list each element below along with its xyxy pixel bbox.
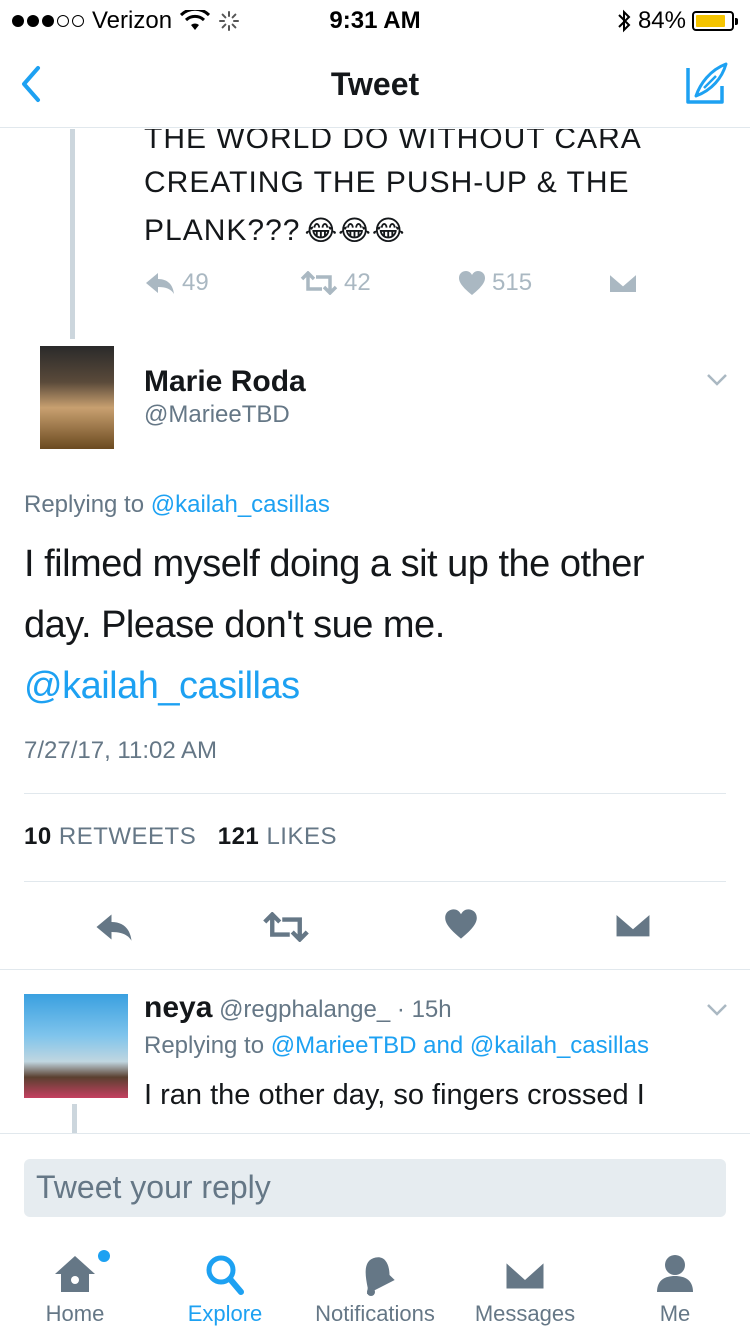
previous-tweet-line: PLANK??? [144,214,301,247]
envelope-icon [503,1258,547,1292]
thread-connector-line [70,129,75,339]
page-title: Tweet [330,66,420,102]
replying-to-link[interactable]: @kailah_casillas [151,491,330,518]
status-bar: Verizon 9:31 AM 84% [0,0,750,40]
reply-action[interactable]: 49 [144,269,300,297]
tab-label: Notifications [315,1301,435,1326]
person-icon [657,1255,693,1292]
retweet-icon [300,271,338,295]
retweet-label: RETWEETS [58,823,197,850]
divider [24,881,726,882]
home-icon [55,1256,95,1292]
tab-notifications[interactable]: Notifications [300,1238,450,1334]
reply-author-name[interactable]: neya [144,991,212,1024]
compose-tweet-icon[interactable] [682,60,730,108]
mention-link[interactable]: @kailah_casillas [24,656,724,717]
previous-tweet-text[interactable]: THE WORLD DO WITHOUT CARA CREATING THE P… [144,129,642,253]
reply-author-handle[interactable]: @regphalange_ [219,996,390,1023]
tweet-text-line: day. Please don't sue me. [24,604,445,646]
envelope-icon[interactable] [614,910,652,940]
laughing-emoji-icon: 😂😂😂 [304,215,406,246]
reply-count: 49 [182,269,209,296]
reply-replying-prefix: Replying to [144,1032,265,1059]
retweet-count: 42 [344,269,371,296]
notification-dot [98,1250,110,1262]
replying-to-link[interactable]: @kailah_casillas [470,1032,649,1059]
tweet-detail-scroll[interactable]: THE WORLD DO WITHOUT CARA CREATING THE P… [0,129,750,1133]
heart-icon[interactable] [444,908,478,940]
reply-icon[interactable] [94,912,134,942]
tab-label: Explore [187,1301,263,1326]
previous-tweet-line: THE WORLD DO WITHOUT CARA [144,129,642,155]
like-total: 121 [217,823,260,850]
tab-me[interactable]: Me [600,1238,750,1334]
reply-compose-bar: Tweet your reply [0,1133,750,1238]
reply-author-avatar[interactable] [24,994,128,1098]
replying-to-link[interactable]: @MarieeTBD [271,1032,417,1059]
tab-home[interactable]: Home [0,1238,150,1334]
battery-icon [692,11,738,31]
tweet-text-line: I filmed myself doing a sit up the other [24,543,645,585]
tab-bar: Home Explore Notifications Messages Me [0,1238,750,1334]
envelope-icon [608,272,638,294]
retweet-total: 10 [24,823,52,850]
reply-text[interactable]: I ran the other day, so fingers crossed … [144,1075,645,1115]
battery-fill [696,15,725,27]
author-handle[interactable]: @MarieeTBD [144,401,290,429]
divider [0,969,750,970]
likes-stat[interactable]: 121 LIKES [218,823,337,850]
replying-prefix: Replying to [24,491,145,518]
previous-tweet-line: CREATING THE PUSH-UP & THE [144,166,630,199]
battery-percent: 84% [637,7,686,34]
tweet-timestamp: 7/27/17, 11:02 AM [24,737,218,764]
search-icon [206,1255,244,1295]
status-right: 84% [616,7,738,35]
tab-label: Messages [474,1301,576,1326]
tweet-actions [0,904,750,954]
previous-tweet-actions: 49 42 515 [144,269,638,297]
reply-time: · 15h [396,996,452,1023]
bell-icon [365,1257,395,1296]
author-avatar[interactable] [40,346,114,449]
heart-icon [459,271,485,295]
replying-and: and [423,1032,464,1059]
reply-replying-to: Replying to @MarieeTBD and @kailah_casil… [144,1032,649,1060]
reply-input[interactable]: Tweet your reply [24,1159,726,1217]
bluetooth-icon [618,9,631,33]
tweet-stats: 10 RETWEETS 121 LIKES [24,823,337,851]
tweet-text: I filmed myself doing a sit up the other… [24,534,724,717]
replying-to-line: Replying to @kailah_casillas [24,491,330,519]
reply-header: neya @regphalange_ · 15h [144,991,452,1025]
reply-icon [146,273,174,294]
retweet-icon[interactable] [262,912,310,942]
like-count: 515 [492,269,533,296]
like-label: LIKES [266,823,337,850]
retweets-stat[interactable]: 10 RETWEETS [24,823,196,850]
divider [24,793,726,794]
chevron-down-icon[interactable] [706,373,728,387]
tab-label: Home [45,1301,105,1326]
retweet-action[interactable]: 42 [300,269,458,297]
like-action[interactable]: 515 [458,269,608,297]
tab-explore[interactable]: Explore [150,1238,300,1334]
tab-label: Me [659,1301,691,1326]
nav-bar: Tweet [0,40,750,128]
chevron-down-icon[interactable] [706,1003,728,1017]
thread-connector-line [72,1104,77,1133]
tab-messages[interactable]: Messages [450,1238,600,1334]
direct-message-action[interactable] [608,272,638,294]
author-name[interactable]: Marie Roda [144,365,306,399]
